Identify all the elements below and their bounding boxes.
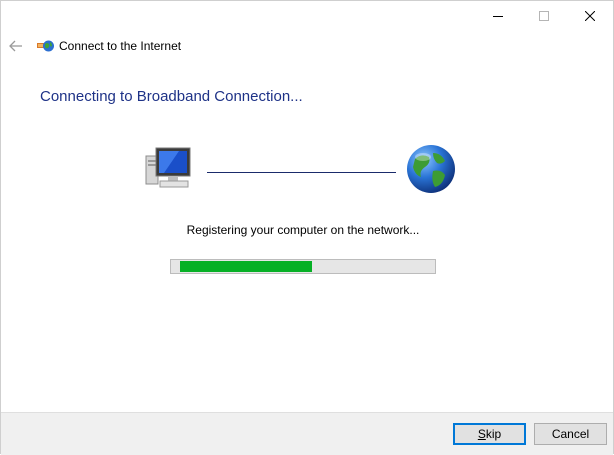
computer-icon	[144, 144, 194, 192]
network-connection-icon	[37, 38, 55, 54]
status-message: Registering your computer on the network…	[186, 223, 420, 237]
minimize-icon	[493, 16, 503, 17]
progress-fill	[180, 261, 312, 272]
close-icon	[585, 11, 595, 21]
dialog-footer: Skip Cancel	[1, 412, 613, 455]
back-button[interactable]	[7, 37, 25, 55]
window-title: Connect to the Internet	[59, 39, 182, 53]
globe-icon	[405, 143, 457, 195]
minimize-button[interactable]	[475, 1, 521, 31]
maximize-icon	[539, 11, 549, 21]
connect-to-internet-window: Connect to the Internet Connecting to Br…	[0, 0, 614, 455]
close-button[interactable]	[567, 1, 613, 31]
back-arrow-icon	[9, 40, 22, 52]
connection-line	[207, 172, 396, 173]
skip-button-label: Skip	[477, 427, 502, 441]
progress-bar	[170, 259, 436, 274]
skip-button[interactable]: Skip	[453, 423, 526, 445]
cancel-button[interactable]: Cancel	[534, 423, 607, 445]
maximize-button[interactable]	[521, 1, 567, 31]
page-heading: Connecting to Broadband Connection...	[40, 88, 303, 105]
cancel-button-label: Cancel	[551, 427, 590, 441]
